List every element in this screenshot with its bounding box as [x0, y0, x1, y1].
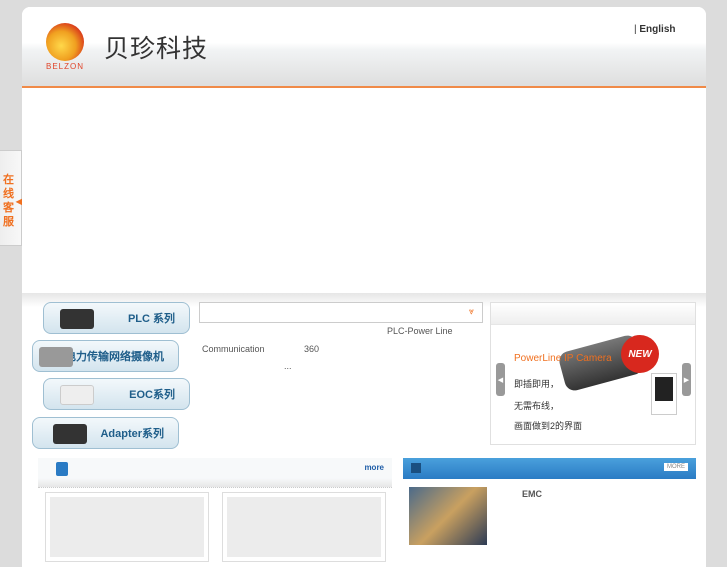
online-service-label: 在线客服: [3, 174, 14, 228]
online-service-tab[interactable]: 在线客服 ◀: [0, 150, 22, 246]
category-adapter[interactable]: Adapter系列: [32, 417, 179, 449]
english-link[interactable]: English: [639, 24, 675, 35]
news-header: MORE: [403, 458, 696, 479]
category-label: PLC 系列: [127, 313, 175, 325]
logo-text: BELZON: [46, 62, 85, 71]
page-container: BELZON 贝珍科技 | English PLC 系列 电力传输网络摄像机 E…: [22, 7, 706, 567]
more-button[interactable]: MORE: [664, 463, 688, 471]
plc-image: [60, 309, 94, 329]
products-header: more: [38, 458, 392, 488]
intro-ellipsis: ...: [284, 361, 292, 371]
next-arrow-icon[interactable]: ▶: [682, 363, 691, 396]
intro-dropdown[interactable]: ⩔: [199, 302, 483, 323]
category-plc[interactable]: PLC 系列: [43, 302, 190, 334]
product-card[interactable]: [45, 492, 209, 562]
eoc-image: [60, 385, 94, 405]
banner: [22, 90, 706, 293]
promo-slider: NEW PowerLine IP Camera 即插即用， 无需布线， 画面做到…: [490, 302, 696, 445]
intro-text: 360: [304, 344, 320, 354]
category-label: 电力传输网络摄像机: [65, 351, 164, 363]
brand-name: 贝珍科技: [104, 34, 209, 63]
play-icon: [411, 463, 421, 473]
prev-arrow-icon[interactable]: ◀: [496, 363, 505, 396]
play-icon: [56, 462, 68, 476]
news-thumbnail[interactable]: [409, 487, 487, 545]
logo[interactable]: BELZON: [46, 23, 90, 71]
chevron-down-icon: ⩔: [468, 306, 474, 316]
adapter-image: [53, 424, 87, 444]
promo-line: 画面做到2的界面: [514, 421, 583, 431]
device-image: [651, 373, 677, 415]
promo-line: 无需布线，: [514, 401, 560, 411]
intro-text: Communication: [202, 344, 265, 354]
more-link[interactable]: more: [364, 463, 384, 472]
separator: |: [634, 24, 637, 35]
product-image: [227, 497, 381, 557]
promo-title: PowerLine IP Camera: [514, 353, 612, 364]
category-label: EOC系列: [129, 389, 175, 401]
header: BELZON 贝珍科技 | English: [22, 7, 706, 88]
promo-header: [491, 303, 695, 325]
category-label: Adapter系列: [100, 428, 164, 440]
intro-text: PLC-Power Line: [387, 326, 453, 336]
product-card[interactable]: [222, 492, 386, 562]
news-item[interactable]: EMC: [522, 489, 542, 499]
new-badge: NEW: [621, 335, 659, 373]
logo-icon: [46, 23, 84, 61]
camera-image: [39, 347, 73, 367]
promo-line: 即插即用，: [514, 379, 560, 389]
category-eoc[interactable]: EOC系列: [43, 378, 190, 410]
product-image: [50, 497, 204, 557]
category-camera[interactable]: 电力传输网络摄像机: [32, 340, 179, 372]
